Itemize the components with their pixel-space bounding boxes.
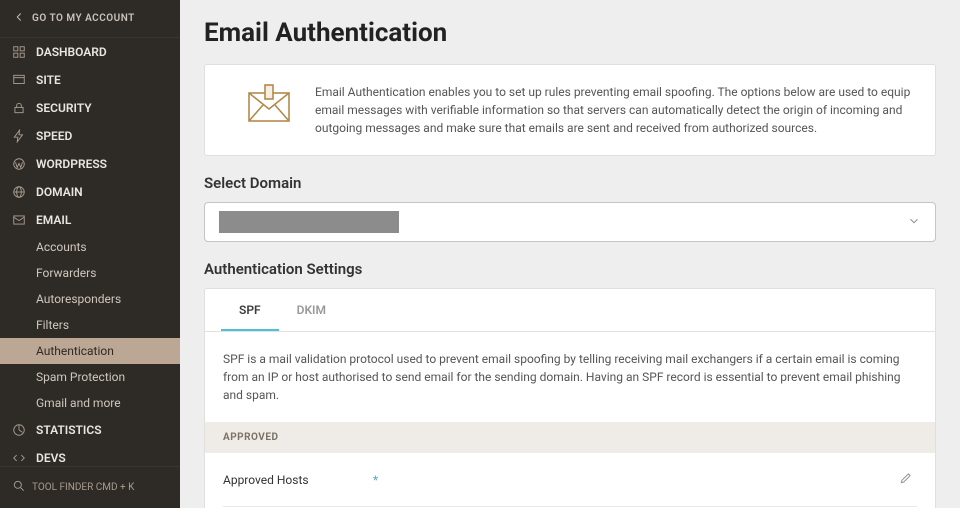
speed-icon <box>12 129 26 143</box>
sidebar-item-dashboard[interactable]: DASHBOARD <box>0 38 180 66</box>
main-content: Email Authentication Email Authenticatio… <box>180 0 960 508</box>
devs-icon <box>12 451 26 465</box>
nav-sub-label: Filters <box>36 318 69 332</box>
sidebar-item-domain[interactable]: DOMAIN <box>0 178 180 206</box>
row-approved-hosts: Approved Hosts * <box>223 453 917 507</box>
mail-icon <box>12 213 26 227</box>
nav-sub-label: Autoresponders <box>36 292 121 306</box>
arrow-left-icon <box>12 10 26 27</box>
nav-label: SITE <box>36 73 61 87</box>
chevron-down-icon <box>907 214 921 231</box>
intro-text: Email Authentication enables you to set … <box>315 83 915 137</box>
go-to-account-link[interactable]: GO TO MY ACCOUNT <box>0 0 180 38</box>
sidebar-item-wordpress[interactable]: WORDPRESS <box>0 150 180 178</box>
tab-spf[interactable]: SPF <box>221 289 279 331</box>
tab-body-spf: SPF is a mail validation protocol used t… <box>205 332 935 508</box>
sidebar-item-statistics[interactable]: STATISTICS <box>0 416 180 444</box>
pencil-icon <box>899 474 913 488</box>
sidebar-sub-forwarders[interactable]: Forwarders <box>0 260 180 286</box>
site-icon <box>12 73 26 87</box>
nav-sub-label: Authentication <box>36 344 114 358</box>
spf-description: SPF is a mail validation protocol used t… <box>223 350 917 404</box>
nav-sub-label: Forwarders <box>36 266 96 280</box>
tab-label: SPF <box>239 303 261 317</box>
sidebar-item-security[interactable]: SECURITY <box>0 94 180 122</box>
lock-icon <box>12 101 26 115</box>
intro-card: Email Authentication enables you to set … <box>204 64 936 156</box>
select-domain-section: Select Domain <box>204 174 936 242</box>
nav-sub-label: Accounts <box>36 240 87 254</box>
nav-label: DEVS <box>36 451 66 465</box>
select-domain-label: Select Domain <box>204 174 936 192</box>
approved-header: APPROVED <box>205 422 935 453</box>
nav-label: DASHBOARD <box>36 45 107 59</box>
auth-card: SPF DKIM SPF is a mail validation protoc… <box>204 288 936 508</box>
chart-icon <box>12 423 26 437</box>
tab-dkim[interactable]: DKIM <box>279 289 344 331</box>
wordpress-icon <box>12 157 26 171</box>
tool-finder-button[interactable]: TOOL FINDER CMD + K <box>0 466 180 508</box>
domain-selected-value <box>219 211 399 233</box>
sidebar-sub-filters[interactable]: Filters <box>0 312 180 338</box>
sidebar-sub-authentication[interactable]: Authentication <box>0 338 180 364</box>
tool-finder-label: TOOL FINDER CMD + K <box>32 482 134 493</box>
auth-tabs: SPF DKIM <box>205 289 935 332</box>
page-title: Email Authentication <box>204 18 936 48</box>
nav-label: DOMAIN <box>36 185 83 199</box>
sidebar-sub-spam-protection[interactable]: Spam Protection <box>0 364 180 390</box>
sidebar-item-speed[interactable]: SPEED <box>0 122 180 150</box>
tab-label: DKIM <box>297 303 326 317</box>
nav-sub-label: Spam Protection <box>36 370 125 384</box>
auth-settings-label: Authentication Settings <box>204 260 936 278</box>
auth-settings-section: Authentication Settings SPF DKIM SPF is … <box>204 260 936 508</box>
dashboard-icon <box>12 45 26 59</box>
email-illustration-icon <box>245 83 293 131</box>
nav-label: WORDPRESS <box>36 157 107 171</box>
globe-icon <box>12 185 26 199</box>
nav-label: SPEED <box>36 129 72 143</box>
sidebar: GO TO MY ACCOUNT DASHBOARD SITE SECURITY <box>0 0 180 508</box>
sidebar-nav: DASHBOARD SITE SECURITY SPEED <box>0 38 180 466</box>
sidebar-sub-autoresponders[interactable]: Autoresponders <box>0 286 180 312</box>
sidebar-item-email[interactable]: EMAIL <box>0 206 180 234</box>
domain-select[interactable] <box>204 202 936 242</box>
search-icon <box>12 479 26 496</box>
nav-sub-label: Gmail and more <box>36 396 121 410</box>
sidebar-item-site[interactable]: SITE <box>0 66 180 94</box>
row-value: * <box>373 473 895 487</box>
sidebar-item-devs[interactable]: DEVS <box>0 444 180 466</box>
nav-label: EMAIL <box>36 213 71 227</box>
sidebar-sub-gmail-and-more[interactable]: Gmail and more <box>0 390 180 416</box>
go-to-account-label: GO TO MY ACCOUNT <box>32 13 135 24</box>
nav-label: STATISTICS <box>36 423 102 437</box>
edit-approved-hosts[interactable] <box>895 467 917 492</box>
row-label: Approved Hosts <box>223 473 373 487</box>
nav-label: SECURITY <box>36 101 92 115</box>
sidebar-sub-accounts[interactable]: Accounts <box>0 234 180 260</box>
